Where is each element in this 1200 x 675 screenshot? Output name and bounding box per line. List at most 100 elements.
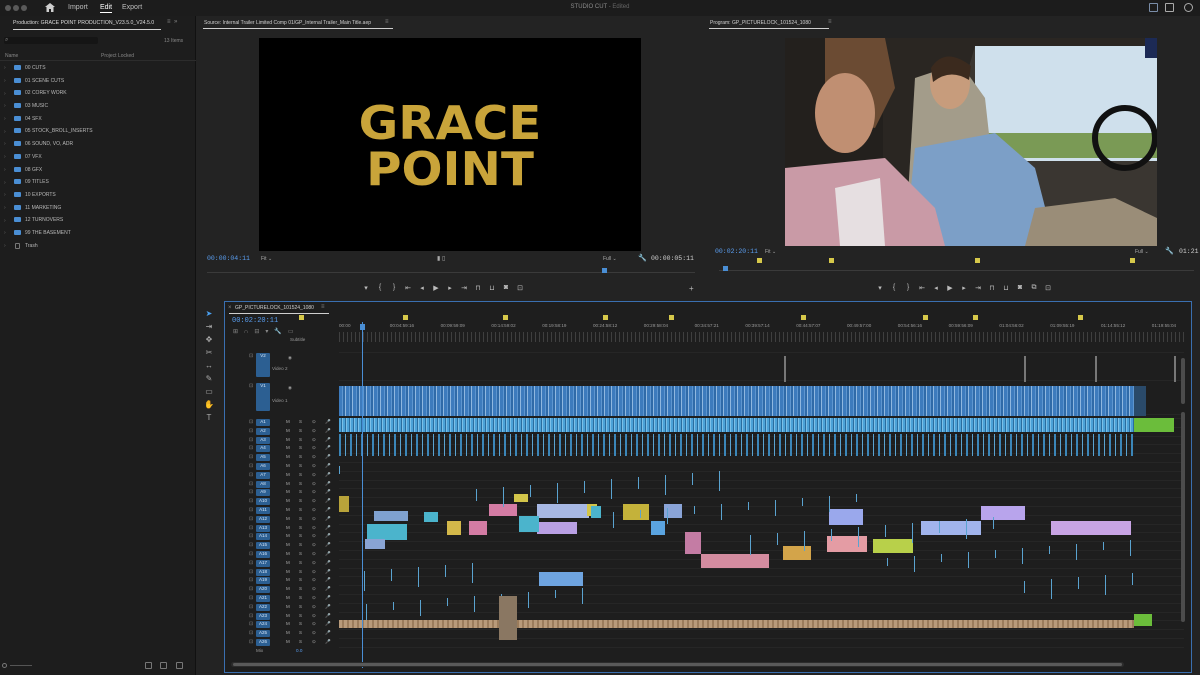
rectangle-tool-icon[interactable]: ▭ — [204, 387, 214, 396]
audio-clip[interactable] — [912, 523, 913, 543]
audio-clip[interactable] — [966, 519, 967, 539]
mute-button[interactable]: M — [286, 463, 290, 468]
voiceover-button[interactable]: ⊙ — [312, 586, 316, 592]
ripple-edit-tool-icon[interactable]: ✥ — [204, 335, 214, 344]
export-frame-button[interactable]: ◙ — [1013, 284, 1027, 292]
solo-button[interactable]: S — [299, 551, 302, 556]
track-target-button[interactable]: A26 — [256, 639, 270, 646]
track-header[interactable]: ⊡ A24 M S ⊙ 🎤 — [232, 620, 338, 629]
audio-clip[interactable] — [366, 604, 367, 620]
sequence-marker[interactable] — [1078, 315, 1083, 320]
audio-clip[interactable] — [514, 494, 528, 502]
video-clip[interactable] — [339, 386, 1134, 416]
mic-icon[interactable]: 🎤 — [325, 507, 331, 513]
audio-clip[interactable] — [692, 473, 693, 485]
audio-clip[interactable] — [783, 546, 811, 560]
mic-icon[interactable]: 🎤 — [325, 533, 331, 539]
voiceover-button[interactable]: ⊙ — [312, 613, 316, 619]
program-marker[interactable] — [1130, 258, 1135, 263]
audio-clip[interactable] — [374, 511, 408, 521]
chevron-right-icon[interactable]: › — [4, 243, 6, 249]
chevron-right-icon[interactable]: › — [4, 116, 6, 122]
audio-clip[interactable] — [611, 479, 612, 499]
bin-item[interactable]: › 10 EXPORTS — [0, 189, 196, 202]
track-header[interactable]: ⊡ A22 M S ⊙ 🎤 — [232, 603, 338, 612]
wrench-icon[interactable]: 🔧 — [638, 254, 647, 262]
mute-button[interactable]: M — [286, 454, 290, 459]
solo-button[interactable]: S — [299, 419, 302, 424]
track-target-button[interactable]: A2 — [256, 427, 270, 435]
track-header[interactable]: ⊡ A7 M S ⊙ 🎤 — [232, 471, 338, 480]
audio-clip[interactable] — [1103, 542, 1104, 550]
voiceover-button[interactable]: ⊙ — [312, 577, 316, 583]
lock-icon[interactable]: ⊡ — [249, 489, 253, 495]
mute-button[interactable]: M — [286, 604, 290, 609]
add-marker-button[interactable]: ▾ — [873, 284, 887, 292]
solo-button[interactable]: S — [299, 463, 302, 468]
step-forward-button[interactable]: ▸ — [443, 284, 457, 292]
solo-button[interactable]: S — [299, 472, 302, 477]
solo-button[interactable]: S — [299, 639, 302, 644]
lock-icon[interactable]: ⊡ — [249, 533, 253, 539]
audio-clip[interactable] — [582, 588, 583, 604]
audio-clip[interactable] — [921, 521, 981, 535]
lock-icon[interactable]: ⊡ — [249, 604, 253, 610]
time-ruler[interactable]: 00:00 00:04:59:16 00:09:59:09 00:14:59:02 00… — [299, 315, 1184, 346]
audio-clip[interactable] — [993, 517, 994, 529]
settings-icon[interactable]: ▮ ▯ — [437, 255, 445, 262]
track-header[interactable]: ⊡ A2 M S ⊙ 🎤 — [232, 427, 338, 436]
solo-button[interactable]: S — [299, 542, 302, 547]
mic-icon[interactable]: 🎤 — [325, 613, 331, 619]
mute-button[interactable]: M — [286, 595, 290, 600]
track-header[interactable]: ⊡ A15 M S ⊙ 🎤 — [232, 541, 338, 550]
lock-icon[interactable]: ⊡ — [249, 621, 253, 627]
audio-scrollbar[interactable] — [1181, 412, 1185, 622]
voiceover-button[interactable]: ⊙ — [312, 437, 316, 443]
mic-icon[interactable]: 🎤 — [325, 428, 331, 434]
audio-clip[interactable] — [719, 471, 720, 491]
bin-item[interactable]: › 07 VFX — [0, 151, 196, 164]
compare-button[interactable]: ⧉ — [1027, 284, 1041, 292]
mute-button[interactable]: M — [286, 498, 290, 503]
audio-clip[interactable] — [694, 506, 695, 514]
video-clip[interactable] — [784, 356, 786, 382]
audio-clip[interactable] — [391, 569, 392, 581]
insert-button[interactable]: ⊓ — [471, 284, 485, 292]
audio-clip[interactable] — [591, 506, 601, 518]
track-target-button[interactable]: A3 — [256, 436, 270, 444]
solo-button[interactable]: S — [299, 604, 302, 609]
audio-clip[interactable] — [519, 516, 539, 532]
list-view-icon[interactable] — [2, 663, 7, 668]
track-header[interactable]: ⊡ A11 M S ⊙ 🎤 — [232, 506, 338, 515]
chevron-right-icon[interactable]: › — [4, 218, 6, 224]
audio-clip[interactable] — [472, 563, 473, 583]
track-header[interactable]: ⊡ A13 M S ⊙ 🎤 — [232, 524, 338, 533]
solo-button[interactable]: S — [299, 445, 302, 450]
mic-icon[interactable]: 🎤 — [325, 472, 331, 478]
mute-button[interactable]: M — [286, 525, 290, 530]
audio-clip[interactable] — [555, 590, 556, 598]
mute-button[interactable]: M — [286, 419, 290, 424]
track-target-button[interactable]: A10 — [256, 498, 270, 506]
track-target-button[interactable]: A8 — [256, 480, 270, 488]
lock-icon[interactable]: ⊡ — [249, 630, 253, 636]
audio-clip[interactable] — [651, 521, 665, 535]
audio-clip[interactable] — [539, 572, 583, 586]
lock-icon[interactable]: ⊡ — [249, 454, 253, 460]
solo-button[interactable]: S — [299, 613, 302, 618]
audio-clip[interactable] — [665, 475, 666, 495]
solo-button[interactable]: S — [299, 595, 302, 600]
panel-menu-icon[interactable]: ≡ — [167, 19, 171, 25]
voiceover-button[interactable]: ⊙ — [312, 551, 316, 557]
timeline-hscroll[interactable] — [231, 662, 1124, 667]
audio-clip[interactable] — [393, 602, 394, 610]
audio-clip[interactable] — [887, 558, 888, 566]
bin-item[interactable]: › 09 TITLES — [0, 176, 196, 189]
audio-clip[interactable] — [981, 506, 1025, 520]
track-target-button[interactable]: A18 — [256, 568, 270, 576]
voiceover-button[interactable]: ⊙ — [312, 489, 316, 495]
bin-item[interactable]: › 01 SCENE CUTS — [0, 75, 196, 88]
audio-clip[interactable] — [528, 592, 529, 608]
voiceover-button[interactable]: ⊙ — [312, 507, 316, 513]
track-header[interactable]: ⊡ A8 M S ⊙ 🎤 — [232, 480, 338, 489]
